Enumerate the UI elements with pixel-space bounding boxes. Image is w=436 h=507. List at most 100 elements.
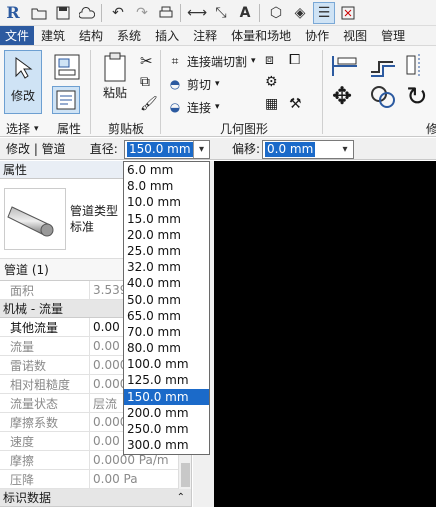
dropdown-option[interactable]: 8.0 mm	[124, 178, 209, 194]
dropdown-option[interactable]: 65.0 mm	[124, 308, 209, 324]
property-key: 其他流量	[0, 318, 90, 336]
type-sub: 标准	[70, 219, 95, 234]
panel-select-label: 选择	[6, 122, 31, 136]
property-key: 速度	[0, 432, 90, 450]
pipe-thumbnail-icon	[4, 187, 66, 250]
dropdown-option[interactable]: 80.0 mm	[124, 340, 209, 356]
align-icon[interactable]	[330, 52, 360, 81]
connect-cut-label: 连接端切割	[187, 54, 248, 69]
open-icon[interactable]	[28, 2, 50, 24]
move-icon[interactable]: ✥	[332, 82, 352, 110]
diameter-combobox[interactable]: 150.0 mm ▾	[124, 140, 210, 159]
tab-collaborate[interactable]: 协作	[298, 26, 336, 45]
instance-selector-label: 管道 (1)	[4, 263, 49, 277]
tab-manage[interactable]: 管理	[374, 26, 412, 45]
property-key: 流量	[0, 337, 90, 355]
text-icon[interactable]: A	[234, 2, 256, 24]
property-key: 压降	[0, 470, 90, 488]
dropdown-option[interactable]: 15.0 mm	[124, 211, 209, 227]
ribbon-tabs: 文件 建筑 结构 系统 插入 注释 体量和场地 协作 视图 管理	[0, 26, 436, 45]
clipboard-icon	[98, 50, 132, 84]
tab-massing-site[interactable]: 体量和场地	[224, 26, 298, 45]
revit-logo-icon: R	[6, 3, 20, 22]
copy-icon[interactable]: ⧉	[140, 74, 150, 90]
type-properties-button[interactable]	[52, 86, 80, 114]
offset-label: 偏移:	[232, 142, 261, 156]
dropdown-option[interactable]: 70.0 mm	[124, 324, 209, 340]
context-label: 修改 | 管道	[6, 142, 66, 156]
mirror-icon[interactable]	[404, 52, 434, 81]
tab-systems[interactable]: 系统	[110, 26, 148, 45]
join-geometry-label: 连接	[187, 100, 212, 115]
cut-geometry-button[interactable]: ◓ 剪切 ▾	[166, 74, 220, 94]
tab-file[interactable]: 文件	[0, 26, 35, 45]
modify-button[interactable]: 修改	[4, 50, 42, 114]
tab-architecture[interactable]: 建筑	[34, 26, 72, 45]
chevron-down-icon[interactable]: ▾	[193, 141, 209, 158]
dropdown-option[interactable]: 125.0 mm	[124, 372, 209, 388]
type-properties-icon	[56, 90, 76, 110]
collapse-icon[interactable]: ⌃	[177, 492, 185, 503]
panel-select[interactable]: 选择 ▾	[6, 120, 39, 137]
group-header-identity[interactable]: 标识数据 ⌃	[0, 489, 191, 507]
offset-icon[interactable]	[368, 52, 398, 81]
panel-divider	[160, 50, 161, 134]
tab-structure[interactable]: 结构	[72, 26, 110, 45]
copy-elements-icon[interactable]	[368, 82, 398, 115]
panel-divider	[90, 50, 91, 134]
dropdown-option[interactable]: 300.0 mm	[124, 437, 209, 453]
thin-lines-icon[interactable]: ☰	[313, 1, 335, 24]
paint-icon[interactable]: ⚙	[265, 74, 278, 90]
match-type-icon[interactable]: 🖌	[140, 96, 158, 112]
dropdown-option[interactable]: 32.0 mm	[124, 259, 209, 275]
text-letter: A	[239, 4, 251, 21]
dropdown-option[interactable]: 40.0 mm	[124, 275, 209, 291]
properties-button[interactable]	[50, 50, 84, 84]
quick-access-toolbar: R ↶ ↷ ⟷ ⤡ A ⬡ ◈ ☰	[0, 0, 436, 26]
toolbar-separator	[101, 3, 102, 22]
dropdown-option[interactable]: 250.0 mm	[124, 421, 209, 437]
save-icon[interactable]	[52, 2, 74, 24]
print-icon[interactable]	[155, 2, 177, 24]
undo-icon[interactable]: ↶	[107, 2, 129, 24]
join-geometry-button[interactable]: ◒ 连接 ▾	[166, 97, 220, 117]
dropdown-option[interactable]: 50.0 mm	[124, 292, 209, 308]
redo-icon[interactable]: ↷	[131, 2, 153, 24]
scrollbar-thumb[interactable]	[181, 463, 190, 487]
dropdown-option[interactable]: 150.0 mm	[124, 388, 209, 405]
tab-annotate[interactable]: 注释	[186, 26, 224, 45]
property-key: 相对粗糙度	[0, 375, 90, 393]
dropdown-option[interactable]: 6.0 mm	[124, 162, 209, 178]
chevron-down-icon[interactable]: ▾	[337, 141, 353, 158]
drawing-canvas[interactable]	[214, 161, 436, 507]
connect-cut-button[interactable]: ⌗ 连接端切割 ▾	[166, 51, 256, 71]
split-face-icon[interactable]: ⧈	[265, 52, 274, 68]
dropdown-option[interactable]: 200.0 mm	[124, 405, 209, 421]
close-hidden-icon[interactable]	[337, 2, 359, 24]
dropdown-option[interactable]: 100.0 mm	[124, 356, 209, 372]
dropdown-option[interactable]: 20.0 mm	[124, 227, 209, 243]
cut-geometry-label: 剪切	[187, 77, 212, 92]
offset-combobox[interactable]: 0.0 mm ▾	[262, 140, 354, 159]
dropdown-option[interactable]: 25.0 mm	[124, 243, 209, 259]
remove-paint-icon[interactable]: ⧠	[289, 52, 300, 68]
diameter-dropdown-list[interactable]: 6.0 mm 8.0 mm 10.0 mm 15.0 mm 20.0 mm 25…	[123, 161, 210, 455]
app-logo[interactable]: R	[0, 0, 26, 26]
hammer-icon[interactable]: ⚒	[289, 96, 302, 112]
cloud-icon[interactable]	[76, 2, 98, 24]
3d-view-icon[interactable]: ⬡	[265, 2, 287, 24]
demolish-icon[interactable]: ▦	[265, 96, 278, 112]
rotate-icon[interactable]: ↻	[406, 82, 428, 112]
section-icon[interactable]: ◈	[289, 2, 311, 24]
dimension-icon[interactable]: ⤡	[210, 2, 232, 24]
diameter-label: 直径:	[89, 142, 118, 156]
property-key: 流量状态	[0, 394, 90, 412]
property-key: 雷诺数	[0, 356, 90, 374]
dropdown-option[interactable]: 10.0 mm	[124, 194, 209, 210]
tab-view[interactable]: 视图	[336, 26, 374, 45]
cut-icon[interactable]: ✂	[140, 52, 153, 70]
paste-button[interactable]: 粘贴	[96, 50, 134, 101]
measure-icon[interactable]: ⟷	[186, 2, 208, 24]
tab-insert[interactable]: 插入	[148, 26, 186, 45]
wall-join-icon: ⌗	[171, 53, 179, 68]
